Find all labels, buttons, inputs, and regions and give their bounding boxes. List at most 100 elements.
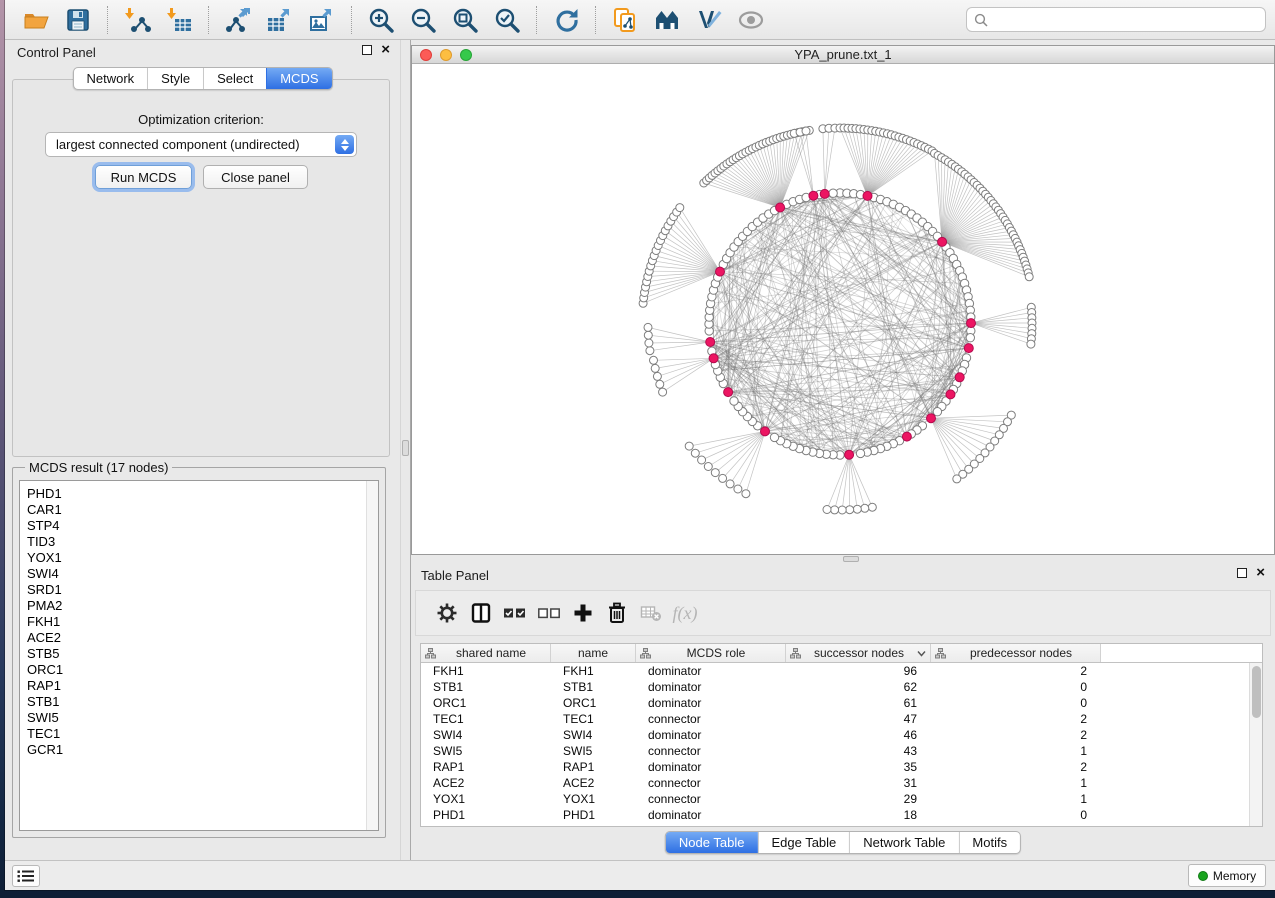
hierarchy-icon — [790, 648, 801, 659]
save-session-icon[interactable] — [62, 4, 94, 36]
table-cell: 46 — [786, 727, 931, 743]
table-cell: 2 — [931, 663, 1101, 679]
list-item[interactable]: TID3 — [27, 534, 378, 550]
gear-icon[interactable] — [430, 600, 464, 626]
tab-network[interactable]: Network — [73, 68, 147, 89]
table-cell: ORC1 — [421, 695, 551, 711]
tab-select[interactable]: Select — [203, 68, 266, 89]
tab-motifs[interactable]: Motifs — [958, 832, 1020, 853]
tab-style[interactable]: Style — [147, 68, 203, 89]
column-header-successor-nodes[interactable]: successor nodes — [786, 644, 931, 662]
import-table-icon[interactable] — [163, 4, 195, 36]
table-row[interactable]: SWI4SWI4dominator462 — [421, 727, 1262, 743]
network-titlebar[interactable]: YPA_prune.txt_1 — [412, 46, 1274, 64]
list-item[interactable]: ORC1 — [27, 662, 378, 678]
vertical-splitter[interactable] — [400, 40, 411, 860]
zoom-fit-icon[interactable] — [449, 4, 481, 36]
plus-icon[interactable] — [566, 600, 600, 626]
close-panel-button[interactable]: Close panel — [203, 165, 308, 189]
list-item[interactable]: TEC1 — [27, 726, 378, 742]
table-cell: 29 — [786, 791, 931, 807]
search-input[interactable] — [993, 13, 1258, 27]
list-item[interactable]: ACE2 — [27, 630, 378, 646]
criterion-dropdown[interactable]: largest connected component (undirected) — [45, 132, 357, 157]
table-row[interactable]: STB1STB1dominator620 — [421, 679, 1262, 695]
zoom-in-icon[interactable] — [365, 4, 397, 36]
table-row[interactable]: FKH1FKH1dominator962 — [421, 663, 1262, 679]
export-image-icon[interactable] — [306, 4, 338, 36]
zoom-out-icon[interactable] — [407, 4, 439, 36]
table-cell: connector — [636, 711, 786, 727]
list-item[interactable]: GCR1 — [27, 742, 378, 758]
close-panel-icon[interactable]: × — [1256, 568, 1265, 578]
table-cell: FKH1 — [421, 663, 551, 679]
list-item[interactable]: PHD1 — [27, 486, 378, 502]
graphics-details-icon[interactable] — [735, 4, 767, 36]
table-panel-header: Table Panel × — [411, 563, 1275, 587]
list-item[interactable]: FKH1 — [27, 614, 378, 630]
export-table-icon[interactable] — [264, 4, 296, 36]
list-item[interactable]: YOX1 — [27, 550, 378, 566]
toolbar-separator — [107, 6, 108, 34]
refresh-view-icon[interactable] — [550, 4, 582, 36]
zoom-selected-icon[interactable] — [491, 4, 523, 36]
table-scrollbar[interactable] — [1249, 663, 1262, 826]
list-item[interactable]: PMA2 — [27, 598, 378, 614]
list-item[interactable]: CAR1 — [27, 502, 378, 518]
table-body: FKH1FKH1dominator962STB1STB1dominator620… — [421, 663, 1262, 823]
table-row[interactable]: ACE2ACE2connector311 — [421, 775, 1262, 791]
deselect-all-icon[interactable] — [532, 600, 566, 626]
result-scrollbar[interactable] — [366, 481, 378, 830]
hierarchy-icon — [425, 648, 436, 659]
columns-icon[interactable] — [464, 600, 498, 626]
clone-network-icon[interactable] — [609, 4, 641, 36]
export-network-icon[interactable] — [222, 4, 254, 36]
search-box[interactable] — [966, 7, 1266, 32]
mcds-result-list[interactable]: PHD1CAR1STP4TID3YOX1SWI4SRD1PMA2FKH1ACE2… — [19, 480, 379, 831]
list-item[interactable]: RAP1 — [27, 678, 378, 694]
open-file-icon[interactable] — [20, 4, 52, 36]
splitter-grip[interactable] — [843, 556, 859, 562]
float-panel-icon[interactable] — [1237, 568, 1247, 578]
table-row[interactable]: RAP1RAP1dominator352 — [421, 759, 1262, 775]
table-row[interactable]: TEC1TEC1connector472 — [421, 711, 1262, 727]
table-row[interactable]: PHD1PHD1dominator180 — [421, 807, 1262, 823]
splitter-grip[interactable] — [402, 440, 409, 456]
column-header-shared-name[interactable]: shared name — [421, 644, 551, 662]
close-panel-icon[interactable]: × — [381, 45, 390, 55]
tab-node-table[interactable]: Node Table — [666, 832, 758, 853]
memory-button[interactable]: Memory — [1188, 864, 1266, 887]
tab-edge-table[interactable]: Edge Table — [757, 832, 849, 853]
column-header-MCDS-role[interactable]: MCDS role — [636, 644, 786, 662]
float-panel-icon[interactable] — [362, 45, 372, 55]
table-cell: RAP1 — [421, 759, 551, 775]
tab-mcds[interactable]: MCDS — [266, 68, 331, 89]
table-cell: ACE2 — [551, 775, 636, 791]
list-item[interactable]: STP4 — [27, 518, 378, 534]
first-neighbors-icon[interactable] — [651, 4, 683, 36]
table-row[interactable]: SWI5SWI5connector431 — [421, 743, 1262, 759]
tab-network-table[interactable]: Network Table — [849, 832, 958, 853]
close-window-icon[interactable] — [420, 49, 432, 61]
minimize-window-icon[interactable] — [440, 49, 452, 61]
column-header-name[interactable]: name — [551, 644, 636, 662]
network-canvas[interactable] — [412, 64, 1274, 554]
task-history-button[interactable] — [12, 865, 40, 887]
trash-icon[interactable] — [600, 600, 634, 626]
search-icon — [974, 13, 988, 27]
vizmapper-icon[interactable] — [693, 4, 725, 36]
list-item[interactable]: STB5 — [27, 646, 378, 662]
list-item[interactable]: STB1 — [27, 694, 378, 710]
run-mcds-button[interactable]: Run MCDS — [95, 165, 192, 189]
horizontal-splitter[interactable] — [411, 555, 1275, 563]
import-network-icon[interactable] — [121, 4, 153, 36]
list-item[interactable]: SWI4 — [27, 566, 378, 582]
table-row[interactable]: YOX1YOX1connector291 — [421, 791, 1262, 807]
list-item[interactable]: SRD1 — [27, 582, 378, 598]
maximize-window-icon[interactable] — [460, 49, 472, 61]
select-all-icon[interactable] — [498, 600, 532, 626]
list-item[interactable]: SWI5 — [27, 710, 378, 726]
table-row[interactable]: ORC1ORC1dominator610 — [421, 695, 1262, 711]
column-header-predecessor-nodes[interactable]: predecessor nodes — [931, 644, 1101, 662]
scrollbar-thumb[interactable] — [1252, 666, 1261, 718]
